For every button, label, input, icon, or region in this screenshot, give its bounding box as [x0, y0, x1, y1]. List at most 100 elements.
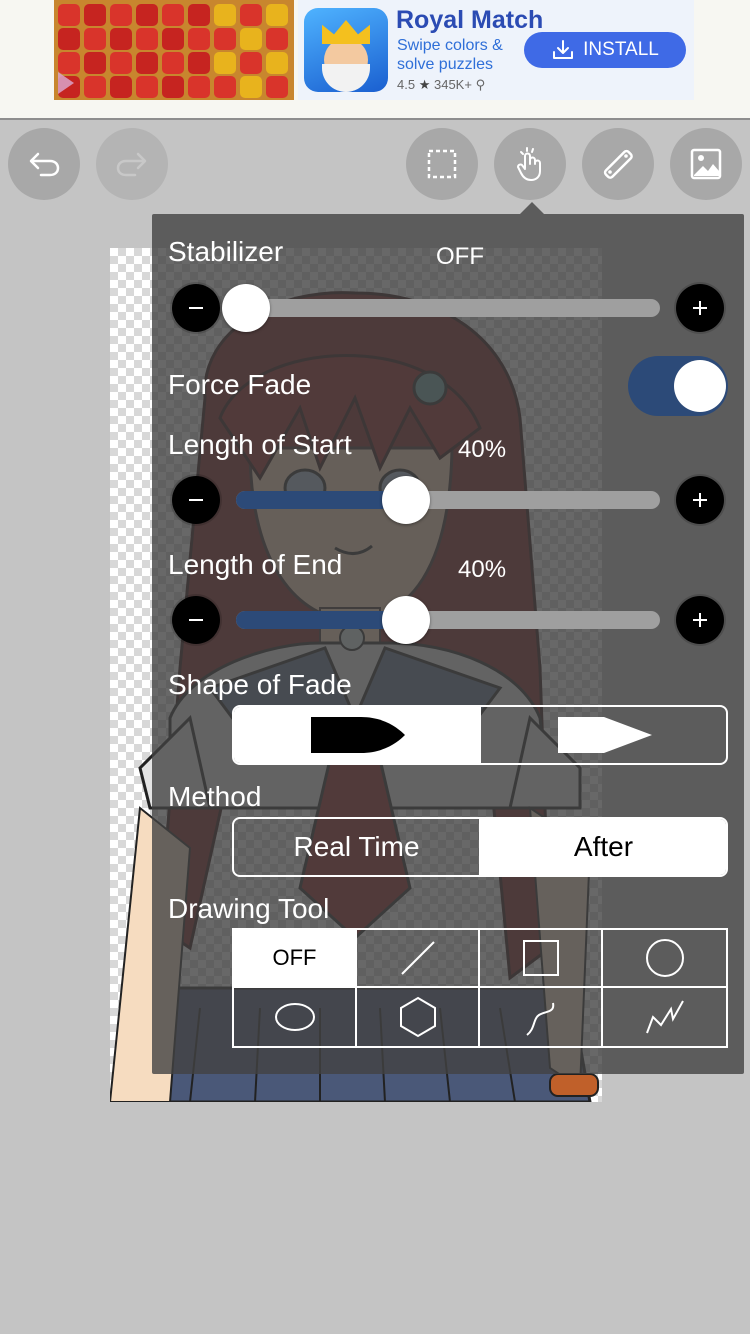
hand-tool-button[interactable] [494, 128, 566, 200]
ad-puzzle-tile [162, 52, 184, 74]
selection-button[interactable] [406, 128, 478, 200]
shape-of-fade-label: Shape of Fade [168, 669, 352, 700]
round-fade-shape-option[interactable] [234, 707, 479, 763]
drawing-tool-off-option[interactable]: OFF [234, 930, 357, 988]
length-of-start-decrease-button[interactable] [172, 476, 220, 524]
ad-puzzle-tile [110, 76, 132, 98]
ad-puzzle-tile [188, 4, 210, 26]
length-of-end-slider[interactable] [236, 596, 660, 644]
ad-game-screenshot[interactable] [54, 0, 294, 100]
ad-puzzle-tile [136, 28, 158, 50]
ad-puzzle-tile [58, 52, 80, 74]
ruler-button[interactable] [582, 128, 654, 200]
stabilizer-slider[interactable] [222, 284, 660, 332]
ellipse-icon [274, 1003, 315, 1031]
length-of-start-value: 40% [458, 436, 507, 463]
stabilizer-decrease-button[interactable] [172, 284, 220, 332]
length-of-end-decrease-button[interactable] [172, 596, 220, 644]
length-of-start-increase-button[interactable] [676, 476, 724, 524]
length-of-start-label: Length of Start [168, 429, 352, 460]
ad-play-icon [58, 72, 74, 94]
polygon-icon [399, 996, 436, 1038]
length-of-start-slider-thumb[interactable] [381, 476, 430, 524]
ad-puzzle-tile [162, 76, 184, 98]
method-selector[interactable]: Real Time After [232, 817, 728, 877]
minus-icon [189, 619, 203, 621]
polyline-icon [645, 1000, 684, 1034]
ad-puzzle-tile [240, 28, 262, 50]
sharp-fade-shape-icon [557, 717, 652, 753]
drawing-tool-circle-option[interactable] [603, 930, 726, 988]
curve-icon [525, 1002, 554, 1036]
layer-button[interactable] [670, 128, 742, 200]
redo-icon [116, 152, 147, 177]
ad-puzzle-tile [136, 52, 158, 74]
ad-puzzle-tile [162, 28, 184, 50]
ad-puzzle-tile [214, 52, 236, 74]
plus-icon [693, 493, 707, 507]
layer-image-icon [690, 148, 722, 180]
shape-of-fade-selector[interactable] [232, 705, 728, 765]
ad-puzzle-tile [240, 52, 262, 74]
stabilizer-value: OFF [436, 243, 484, 270]
selection-icon [427, 149, 457, 179]
method-real-time-option[interactable]: Real Time [234, 819, 479, 875]
ad-puzzle-tile [214, 4, 236, 26]
ad-puzzle-tile [110, 4, 132, 26]
ad-rating: 4.5 ★ 345K+ ⚲ [397, 77, 485, 93]
ad-banner[interactable]: Royal Match Swipe colors & solve puzzles… [0, 0, 750, 120]
ad-title: Royal Match [396, 6, 544, 34]
ad-puzzle-tile [266, 76, 288, 98]
stabilizer-increase-button[interactable] [676, 284, 724, 332]
drawing-tool-polygon-option[interactable] [357, 988, 480, 1046]
ad-puzzle-tile [84, 4, 106, 26]
ad-puzzle-tile [110, 28, 132, 50]
ad-puzzle-tile [214, 28, 236, 50]
sharp-fade-shape-option[interactable] [479, 707, 726, 763]
line-icon [400, 941, 435, 975]
drawing-tool-label: Drawing Tool [168, 893, 330, 924]
redo-button[interactable] [96, 128, 168, 200]
ad-card[interactable]: Royal Match Swipe colors & solve puzzles… [298, 0, 694, 100]
ad-rating-count: 345K+ [433, 77, 472, 92]
plus-icon [693, 613, 707, 627]
hand-icon [517, 147, 541, 181]
install-button[interactable]: INSTALL [524, 32, 686, 68]
stabilizer-slider-thumb[interactable] [222, 284, 270, 332]
drawing-tool-line-option[interactable] [357, 930, 480, 988]
ad-puzzle-tile [214, 76, 236, 98]
download-icon [553, 40, 574, 59]
ad-puzzle-tile [58, 4, 80, 26]
install-label: INSTALL [583, 39, 659, 60]
ad-puzzle-tile [84, 52, 106, 74]
length-of-end-value: 40% [458, 556, 507, 583]
length-of-start-slider[interactable] [236, 476, 660, 524]
force-fade-label: Force Fade [168, 369, 312, 400]
length-of-end-slider-thumb[interactable] [381, 596, 430, 644]
ad-app-icon [304, 8, 388, 92]
ad-puzzle-tile [188, 52, 210, 74]
person-icon: ⚲ [475, 77, 486, 92]
undo-icon [29, 152, 60, 177]
ad-puzzle-tile [162, 4, 184, 26]
ad-subtitle: Swipe colors & solve puzzles [397, 37, 503, 73]
force-fade-toggle-knob [674, 360, 726, 412]
drawing-tool-polyline-option[interactable] [603, 988, 726, 1046]
undo-button[interactable] [8, 128, 80, 200]
ad-puzzle-tile [240, 4, 262, 26]
drawing-tool-curve-option[interactable] [480, 988, 603, 1046]
length-of-start-slider-fill [236, 491, 406, 509]
drawing-tool-rectangle-option[interactable] [480, 930, 603, 988]
method-after-option[interactable]: After [479, 819, 726, 875]
force-fade-toggle[interactable] [628, 356, 728, 416]
drawing-tool-grid[interactable]: OFF [232, 928, 728, 1048]
plus-icon [693, 301, 707, 315]
ad-rating-value: 4.5 [397, 77, 416, 92]
length-of-end-slider-fill [236, 611, 406, 629]
ad-puzzle-tile [266, 52, 288, 74]
drawing-tool-ellipse-option[interactable] [234, 988, 357, 1046]
length-of-end-increase-button[interactable] [676, 596, 724, 644]
ad-puzzle-tile [266, 4, 288, 26]
ad-puzzle-tile [188, 76, 210, 98]
rectangle-icon [522, 940, 559, 976]
